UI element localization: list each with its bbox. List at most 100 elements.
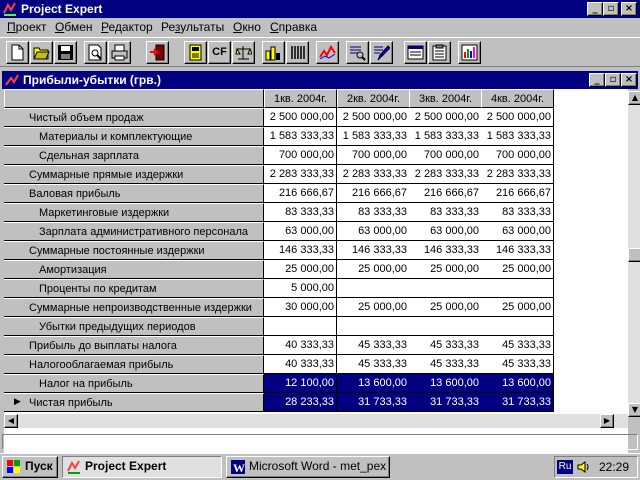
table-cell[interactable]: 83 333,33 bbox=[337, 203, 410, 222]
column-header[interactable]: 3кв. 2004г. bbox=[409, 89, 482, 108]
scroll-up-arrow-icon[interactable]: ▲ bbox=[628, 91, 640, 105]
table-cell[interactable]: 216 666,67 bbox=[337, 184, 410, 203]
menu-help[interactable]: Справка bbox=[270, 20, 317, 34]
menu-results[interactable]: Результаты bbox=[161, 20, 224, 34]
table-cell[interactable] bbox=[337, 317, 410, 336]
table-cell[interactable] bbox=[481, 317, 554, 336]
row-label[interactable]: Амортизация bbox=[4, 260, 264, 279]
vertical-scrollbar[interactable]: ▲ ▼ bbox=[628, 91, 640, 417]
print-preview-button[interactable] bbox=[84, 41, 107, 64]
table-cell[interactable] bbox=[409, 317, 482, 336]
row-label[interactable]: Чистая прибыль bbox=[4, 393, 264, 412]
table-cell[interactable] bbox=[264, 317, 337, 336]
report-maximize-button[interactable]: ▫ bbox=[605, 73, 621, 87]
search-report-button[interactable] bbox=[346, 41, 369, 64]
table-cell[interactable]: 25 000,00 bbox=[481, 260, 554, 279]
clipboard-button[interactable] bbox=[428, 41, 451, 64]
vertical-scroll-thumb[interactable] bbox=[628, 248, 640, 262]
table-cell[interactable]: 25 000,00 bbox=[337, 260, 410, 279]
menu-project[interactable]: Проект bbox=[7, 20, 47, 34]
menu-exchange[interactable]: Обмен bbox=[55, 20, 93, 34]
row-label[interactable]: Зарплата административного персонала bbox=[4, 222, 264, 241]
table-cell[interactable]: 31 733,33 bbox=[337, 393, 410, 412]
table-cell[interactable]: 700 000,00 bbox=[337, 146, 410, 165]
edit-button[interactable] bbox=[370, 41, 393, 64]
table-cell[interactable]: 25 000,00 bbox=[264, 260, 337, 279]
table-cell[interactable]: 45 333,33 bbox=[481, 336, 554, 355]
row-label[interactable]: Сдельная зарплата bbox=[4, 146, 264, 165]
table-cell[interactable]: 2 283 333,33 bbox=[409, 165, 482, 184]
row-label[interactable]: Убытки предыдущих периодов bbox=[4, 317, 264, 336]
maximize-button[interactable]: ▫ bbox=[603, 2, 619, 16]
table-cell[interactable]: 25 000,00 bbox=[337, 298, 410, 317]
table-cell[interactable]: 83 333,33 bbox=[409, 203, 482, 222]
table-cell[interactable]: 31 733,33 bbox=[481, 393, 554, 412]
table-cell[interactable]: 1 583 333,33 bbox=[264, 127, 337, 146]
menu-editor[interactable]: Редактор bbox=[101, 20, 153, 34]
table-cell[interactable]: 216 666,67 bbox=[409, 184, 482, 203]
line-chart-button[interactable] bbox=[316, 41, 339, 64]
table-cell[interactable]: 25 000,00 bbox=[409, 260, 482, 279]
table-cell[interactable]: 700 000,00 bbox=[264, 146, 337, 165]
table-cell[interactable]: 146 333,33 bbox=[264, 241, 337, 260]
task-word[interactable]: W Microsoft Word - met_pex bbox=[226, 456, 390, 478]
table-cell[interactable]: 63 000,00 bbox=[337, 222, 410, 241]
table-cell[interactable]: 45 333,33 bbox=[409, 355, 482, 374]
print-button[interactable] bbox=[108, 41, 131, 64]
table-cell[interactable]: 45 333,33 bbox=[337, 355, 410, 374]
row-label[interactable]: Проценты по кредитам bbox=[4, 279, 264, 298]
scroll-left-arrow-icon[interactable]: ◀ bbox=[4, 414, 18, 428]
menu-window[interactable]: Окно bbox=[233, 20, 261, 34]
start-button[interactable]: Пуск bbox=[2, 456, 58, 478]
row-label[interactable]: Валовая прибыль bbox=[4, 184, 264, 203]
table-cell[interactable]: 1 583 333,33 bbox=[337, 127, 410, 146]
table-cell[interactable] bbox=[409, 279, 482, 298]
language-indicator[interactable]: Ru bbox=[557, 460, 573, 474]
data-table-button[interactable] bbox=[458, 41, 481, 64]
table-cell[interactable]: 13 600,00 bbox=[481, 374, 554, 393]
table-cell[interactable]: 1 583 333,33 bbox=[409, 127, 482, 146]
table-cell[interactable]: 25 000,00 bbox=[481, 298, 554, 317]
balance-button[interactable] bbox=[232, 41, 255, 64]
table-cell[interactable]: 12 100,00 bbox=[264, 374, 337, 393]
table-cell[interactable]: 83 333,33 bbox=[481, 203, 554, 222]
table-cell[interactable]: 2 283 333,33 bbox=[481, 165, 554, 184]
table-cell[interactable]: 2 500 000,00 bbox=[409, 108, 482, 127]
table-cell[interactable] bbox=[481, 279, 554, 298]
scroll-down-arrow-icon[interactable]: ▼ bbox=[628, 403, 640, 417]
hatched-chart-button[interactable] bbox=[262, 41, 285, 64]
report-close-button[interactable]: × bbox=[621, 73, 637, 87]
close-button[interactable]: × bbox=[621, 2, 637, 16]
table-cell[interactable]: 63 000,00 bbox=[264, 222, 337, 241]
column-header[interactable]: 4кв. 2004г. bbox=[481, 89, 554, 108]
table-cell[interactable]: 2 283 333,33 bbox=[337, 165, 410, 184]
window-list-button[interactable] bbox=[404, 41, 427, 64]
cash-flow-button[interactable]: CF bbox=[208, 41, 231, 64]
exit-button[interactable] bbox=[146, 41, 169, 64]
table-cell[interactable]: 700 000,00 bbox=[481, 146, 554, 165]
minimize-button[interactable]: _ bbox=[587, 2, 603, 16]
table-cell[interactable]: 45 333,33 bbox=[409, 336, 482, 355]
table-cell[interactable]: 63 000,00 bbox=[409, 222, 482, 241]
open-folder-button[interactable] bbox=[30, 41, 53, 64]
table-cell[interactable]: 1 583 333,33 bbox=[481, 127, 554, 146]
row-label[interactable]: Чистый объем продаж bbox=[4, 108, 264, 127]
table-cell[interactable] bbox=[337, 279, 410, 298]
row-label[interactable]: Материалы и комплектующие bbox=[4, 127, 264, 146]
table-cell[interactable]: 216 666,67 bbox=[264, 184, 337, 203]
table-cell[interactable]: 216 666,67 bbox=[481, 184, 554, 203]
table-cell[interactable]: 31 733,33 bbox=[409, 393, 482, 412]
table-cell[interactable]: 2 500 000,00 bbox=[337, 108, 410, 127]
column-header[interactable]: 1кв. 2004г. bbox=[264, 89, 337, 108]
row-label[interactable]: Налогооблагаемая прибыль bbox=[4, 355, 264, 374]
scroll-right-arrow-icon[interactable]: ▶ bbox=[600, 414, 614, 428]
task-project-expert[interactable]: Project Expert bbox=[62, 456, 222, 478]
table-cell[interactable]: 45 333,33 bbox=[337, 336, 410, 355]
column-header[interactable]: 2кв. 2004г. bbox=[337, 89, 410, 108]
table-cell[interactable]: 2 500 000,00 bbox=[264, 108, 337, 127]
table-cell[interactable]: 13 600,00 bbox=[409, 374, 482, 393]
table-cell[interactable]: 63 000,00 bbox=[481, 222, 554, 241]
row-label[interactable]: Маркетинговые издержки bbox=[4, 203, 264, 222]
table-cell[interactable]: 28 233,33 bbox=[264, 393, 337, 412]
row-label[interactable]: Суммарные постоянные издержки bbox=[4, 241, 264, 260]
